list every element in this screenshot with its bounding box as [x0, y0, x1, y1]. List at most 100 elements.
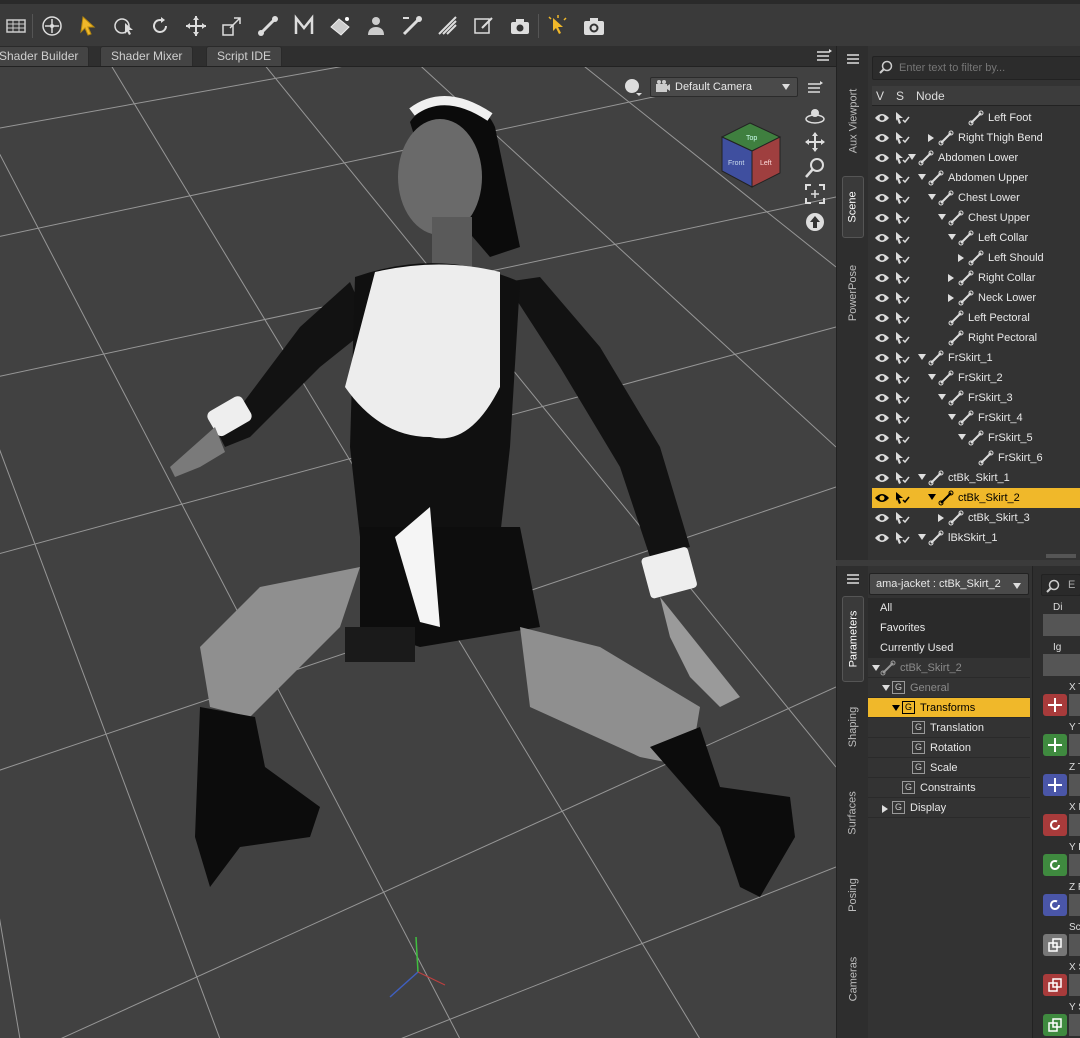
parameter-slider[interactable]: Y T: [1041, 720, 1080, 758]
view-cube[interactable]: Top Front Left: [712, 117, 788, 193]
selectable-arrow-icon[interactable]: [894, 171, 910, 185]
scene-node-row[interactable]: FrSkirt_1: [872, 348, 1080, 368]
rotate-icon[interactable]: [1043, 814, 1067, 836]
parameter-value-field[interactable]: [1069, 774, 1080, 796]
visibility-eye-icon[interactable]: [874, 332, 890, 344]
parameter-slider[interactable]: Y R: [1041, 840, 1080, 878]
parameter-value-field[interactable]: [1069, 734, 1080, 756]
pan-icon[interactable]: [804, 131, 826, 153]
scene-node-row[interactable]: ctBk_Skirt_1: [872, 468, 1080, 488]
frame-icon[interactable]: [804, 183, 826, 205]
expand-icon[interactable]: [928, 134, 934, 142]
visibility-eye-icon[interactable]: [874, 292, 890, 304]
visibility-eye-icon[interactable]: [874, 172, 890, 184]
selectable-arrow-icon[interactable]: [894, 311, 910, 325]
visibility-eye-icon[interactable]: [874, 212, 890, 224]
visibility-eye-icon[interactable]: [874, 252, 890, 264]
scene-node-row[interactable]: FrSkirt_2: [872, 368, 1080, 388]
group-all[interactable]: All: [868, 598, 1030, 618]
expand-icon[interactable]: [872, 665, 880, 671]
selectable-arrow-icon[interactable]: [894, 511, 910, 525]
parameter-slider[interactable]: Y S: [1041, 1000, 1080, 1038]
selectable-arrow-icon[interactable]: [894, 351, 910, 365]
render-camera-icon[interactable]: [506, 12, 534, 40]
collapse-icon[interactable]: [958, 434, 966, 440]
selectable-arrow-icon[interactable]: [894, 371, 910, 385]
scene-scrollbar[interactable]: [1046, 554, 1076, 558]
rotate-icon[interactable]: [1043, 894, 1067, 916]
parameter-slider[interactable]: Z T: [1041, 760, 1080, 798]
view-sphere-icon[interactable]: [622, 77, 644, 99]
parameter-slider[interactable]: X T: [1041, 680, 1080, 718]
parameter-value-field[interactable]: [1069, 934, 1080, 956]
panel-menu-icon[interactable]: [845, 572, 863, 586]
selectable-arrow-icon[interactable]: [894, 331, 910, 345]
scene-node-row[interactable]: Right Collar: [872, 268, 1080, 288]
collapse-icon[interactable]: [928, 374, 936, 380]
expand-icon[interactable]: [958, 254, 964, 262]
group-translation[interactable]: G Translation: [868, 718, 1030, 738]
selectable-arrow-icon[interactable]: [894, 191, 910, 205]
tab-cameras[interactable]: Cameras: [842, 942, 864, 1016]
tab-shader-builder[interactable]: Shader Builder: [0, 46, 90, 66]
selectable-arrow-icon[interactable]: [894, 451, 910, 465]
collapse-icon[interactable]: [948, 234, 956, 240]
rotate-icon[interactable]: [1043, 854, 1067, 876]
tab-shaping[interactable]: Shaping: [842, 694, 864, 760]
scale-icon[interactable]: [1043, 934, 1067, 956]
scene-node-row[interactable]: ctBk_Skirt_3: [872, 508, 1080, 528]
active-pose-tool-icon[interactable]: [362, 12, 390, 40]
expand-icon[interactable]: [882, 805, 888, 813]
collapse-icon[interactable]: [918, 534, 926, 540]
group-display[interactable]: G Display: [868, 798, 1030, 818]
scene-node-row[interactable]: Left Should: [872, 248, 1080, 268]
parameter-slider[interactable]: X S: [1041, 960, 1080, 998]
scene-node-row[interactable]: FrSkirt_4: [872, 408, 1080, 428]
visibility-eye-icon[interactable]: [874, 392, 890, 404]
tab-script-ide[interactable]: Script IDE: [206, 46, 283, 66]
column-node[interactable]: Node: [916, 89, 945, 103]
morph-tool-icon[interactable]: [290, 12, 318, 40]
tab-shader-mixer[interactable]: Shader Mixer: [100, 46, 194, 66]
collapse-icon[interactable]: [938, 214, 946, 220]
tab-aux-viewport[interactable]: Aux Viewport: [842, 76, 864, 166]
surface-selection-tool-icon[interactable]: [110, 12, 138, 40]
visibility-eye-icon[interactable]: [874, 232, 890, 244]
visibility-eye-icon[interactable]: [874, 432, 890, 444]
scene-node-row[interactable]: Right Pectoral: [872, 328, 1080, 348]
visibility-eye-icon[interactable]: [874, 272, 890, 284]
selectable-arrow-icon[interactable]: [894, 251, 910, 265]
parameter-value-field[interactable]: [1069, 814, 1080, 836]
column-selectable[interactable]: S: [896, 89, 904, 103]
selectable-arrow-icon[interactable]: [894, 131, 910, 145]
parameter-value-field[interactable]: [1043, 614, 1080, 636]
collapse-icon[interactable]: [918, 354, 926, 360]
translate-tool-icon[interactable]: [182, 12, 210, 40]
group-rotation[interactable]: G Rotation: [868, 738, 1030, 758]
translate-icon[interactable]: [1043, 734, 1067, 756]
parameter-slider[interactable]: Di: [1041, 600, 1080, 638]
selectable-arrow-icon[interactable]: [894, 431, 910, 445]
joint-editor-icon[interactable]: [254, 12, 282, 40]
scene-node-row[interactable]: FrSkirt_6: [872, 448, 1080, 468]
universal-tool-icon[interactable]: [38, 12, 66, 40]
visibility-eye-icon[interactable]: [874, 472, 890, 484]
group-general[interactable]: G General: [868, 678, 1030, 698]
visibility-eye-icon[interactable]: [874, 112, 890, 124]
parameter-value-field[interactable]: [1043, 654, 1080, 676]
selectable-arrow-icon[interactable]: [894, 391, 910, 405]
expand-icon[interactable]: [948, 274, 954, 282]
scene-node-row[interactable]: Neck Lower: [872, 288, 1080, 308]
translate-icon[interactable]: [1043, 694, 1067, 716]
scale-icon[interactable]: [1043, 974, 1067, 996]
collapse-icon[interactable]: [918, 474, 926, 480]
geometry-editor-icon[interactable]: [326, 12, 354, 40]
expand-icon[interactable]: [882, 685, 890, 691]
visibility-eye-icon[interactable]: [874, 312, 890, 324]
tab-surfaces[interactable]: Surfaces: [842, 776, 864, 850]
group-scale[interactable]: G Scale: [868, 758, 1030, 778]
selectable-arrow-icon[interactable]: [894, 271, 910, 285]
visibility-eye-icon[interactable]: [874, 352, 890, 364]
rotate-tool-icon[interactable]: [146, 12, 174, 40]
selectable-arrow-icon[interactable]: [894, 231, 910, 245]
